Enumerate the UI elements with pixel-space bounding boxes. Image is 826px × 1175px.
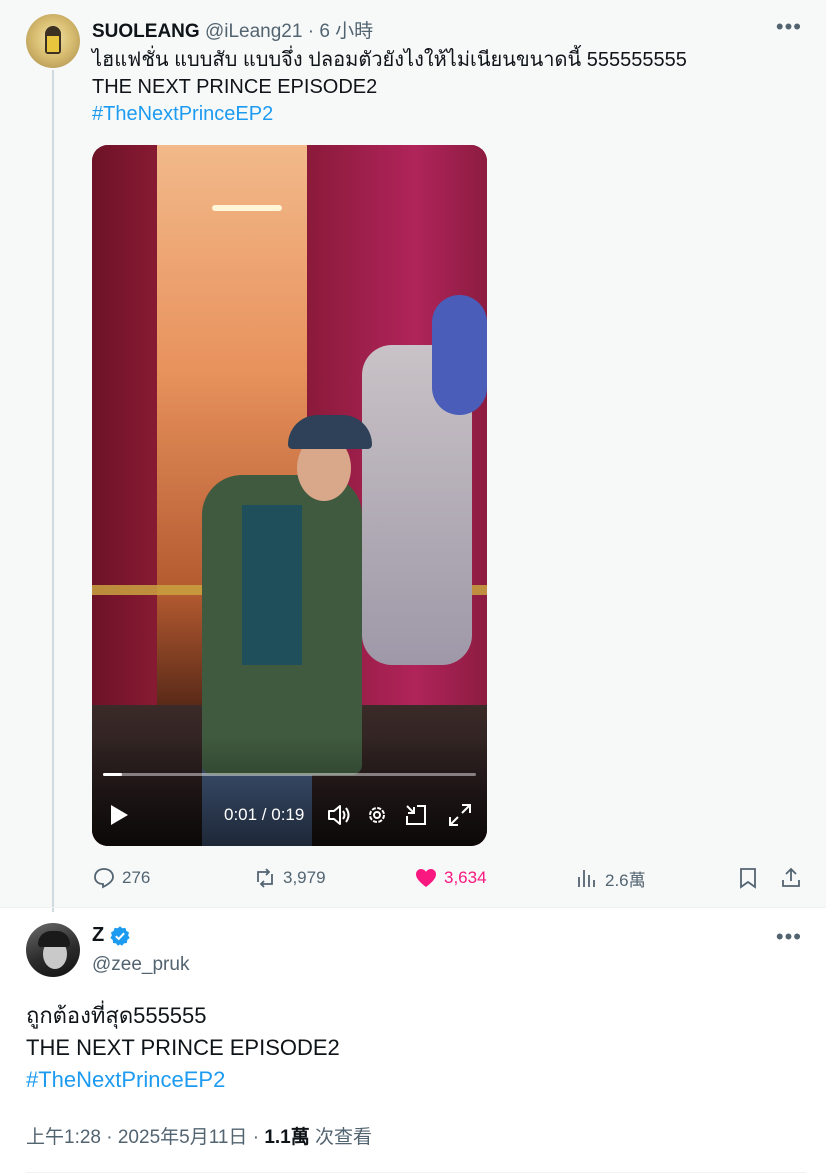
divider bbox=[26, 1172, 806, 1173]
post-text-line: ไฮแฟชั่น แบบสับ แบบจึ่ง ปลอมตัวยังไงให้ไ… bbox=[92, 49, 687, 71]
repost-icon bbox=[257, 868, 273, 888]
volume-icon[interactable] bbox=[326, 802, 352, 828]
minimize-icon[interactable] bbox=[403, 802, 429, 828]
avatar-suoleang[interactable] bbox=[26, 14, 80, 68]
video-time: 0:01 / 0:19 bbox=[224, 805, 305, 824]
post-actions: 276 3,979 3,634 2.6萬 bbox=[92, 862, 812, 894]
more-icon[interactable]: ••• bbox=[776, 14, 802, 40]
repost-button[interactable]: 3,979 bbox=[253, 862, 326, 894]
like-count: 3,634 bbox=[444, 868, 487, 887]
verified-icon bbox=[110, 925, 130, 946]
views-button[interactable]: 2.6萬 bbox=[575, 862, 646, 894]
more-icon[interactable]: ••• bbox=[776, 924, 802, 950]
post-metadata: 上午1:28 · 2025年5月11日 · 1.1萬 次查看 bbox=[26, 1122, 372, 1149]
views-icon bbox=[578, 870, 595, 887]
like-icon bbox=[416, 869, 436, 887]
reply-button[interactable]: 276 bbox=[92, 862, 150, 894]
reply-text: ถูกต้องที่สุด555555 THE NEXT PRINCE EPIS… bbox=[26, 1000, 340, 1096]
reply-text-line: ถูกต้องที่สุด555555 bbox=[26, 1003, 207, 1028]
reply-text-line: THE NEXT PRINCE EPISODE2 bbox=[26, 1035, 340, 1060]
settings-icon[interactable] bbox=[364, 802, 390, 828]
reply-icon bbox=[94, 868, 114, 889]
like-button[interactable]: 3,634 bbox=[414, 862, 487, 894]
bookmark-icon bbox=[740, 868, 756, 889]
repost-count: 3,979 bbox=[283, 868, 326, 887]
thread-line bbox=[52, 70, 54, 912]
video-player[interactable]: 0:01 / 0:19 bbox=[92, 145, 487, 846]
divider bbox=[0, 907, 826, 908]
display-name[interactable]: SUOLEANG bbox=[92, 21, 200, 42]
post-header: SUOLEANG @iLeang21 · 6 小時 bbox=[92, 16, 373, 43]
post-text: ไฮแฟชั่น แบบสับ แบบจึ่ง ปลอมตัวยังไงให้ไ… bbox=[92, 47, 687, 128]
fullscreen-icon[interactable] bbox=[447, 802, 473, 828]
hashtag-link[interactable]: #TheNextPrinceEP2 bbox=[26, 1064, 340, 1096]
reply-count: 276 bbox=[122, 868, 151, 887]
hashtag-link[interactable]: #TheNextPrinceEP2 bbox=[92, 101, 687, 128]
share-icon bbox=[782, 867, 800, 887]
display-name[interactable]: Z bbox=[92, 924, 104, 947]
timestamp[interactable]: 上午1:28 · 2025年5月11日 · bbox=[26, 1127, 264, 1148]
share-button[interactable] bbox=[779, 862, 809, 894]
post-text-line: THE NEXT PRINCE EPISODE2 bbox=[92, 76, 378, 98]
views-count: 1.1萬 bbox=[264, 1127, 310, 1148]
avatar-z[interactable] bbox=[26, 923, 80, 977]
video-progress-fill bbox=[103, 773, 122, 776]
video-progress-bar[interactable] bbox=[103, 773, 476, 776]
handle-and-time[interactable]: @iLeang21 · 6 小時 bbox=[205, 21, 373, 42]
play-icon[interactable] bbox=[108, 803, 130, 827]
views-label: 次查看 bbox=[309, 1127, 373, 1148]
handle[interactable]: @zee_pruk bbox=[92, 954, 189, 976]
bookmark-button[interactable] bbox=[736, 862, 766, 894]
reply-display-name-row: Z bbox=[92, 924, 131, 947]
views-count: 2.6萬 bbox=[605, 870, 646, 890]
